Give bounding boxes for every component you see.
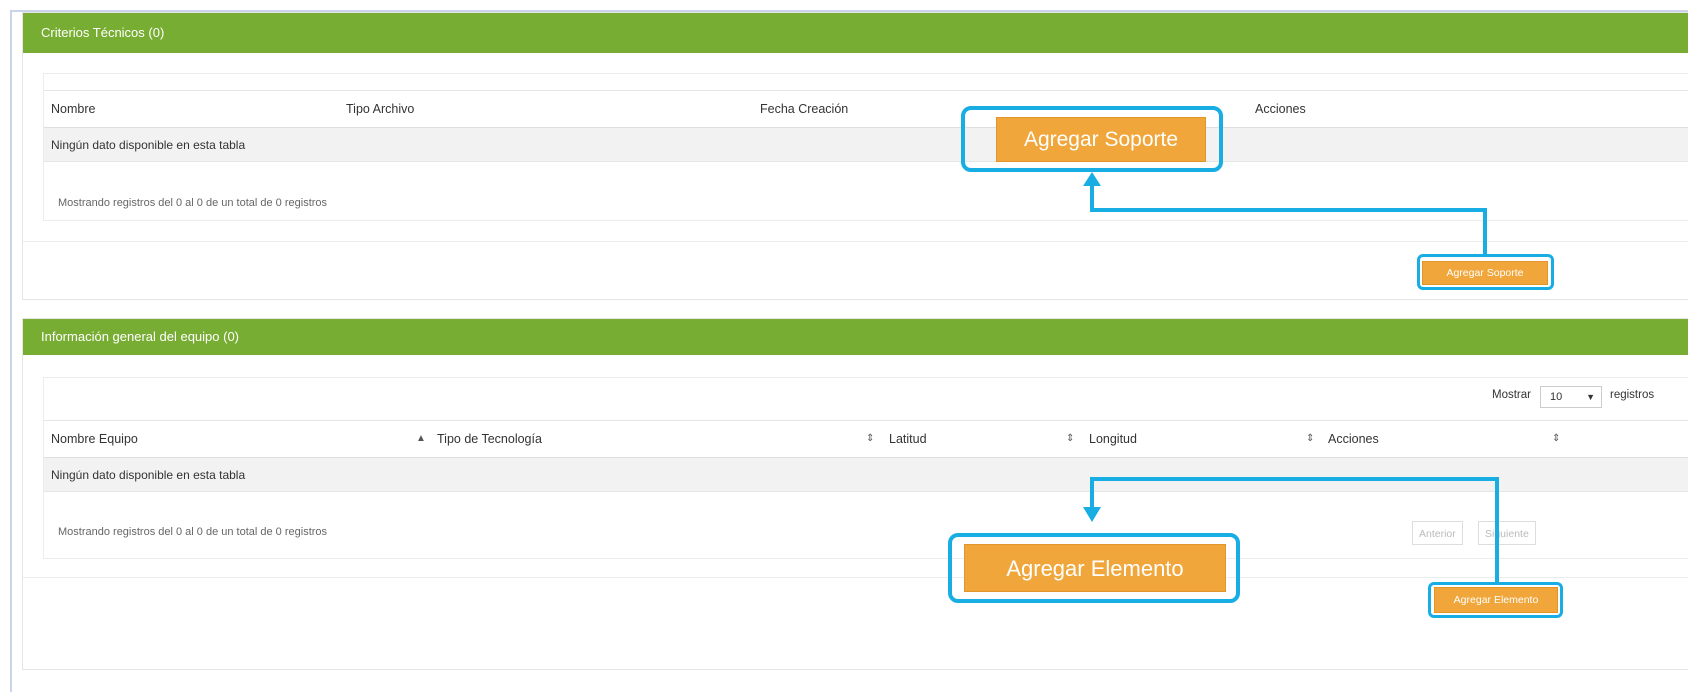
agregar-soporte-small-highlight — [1417, 254, 1554, 290]
mostrar-label: Mostrar — [1492, 389, 1531, 401]
agregar-elemento-small-highlight — [1428, 582, 1563, 618]
criterios-table-header: Nombre Tipo Archivo Fecha Creación Accio… — [44, 90, 1688, 129]
equipo-info-text: Mostrando registros del 0 al 0 de un tot… — [58, 526, 328, 538]
equipo-header: Información general del equipo (0) — [23, 319, 1688, 355]
equipo-empty-row: Ningún dato disponible en esta tabla — [44, 458, 1688, 492]
col-fecha-creacion[interactable]: Fecha Creación — [760, 91, 848, 127]
col-nombre[interactable]: Nombre — [51, 91, 95, 127]
agregar-elemento-callout: Agregar Elemento — [948, 533, 1240, 603]
records-per-page-value: 10 — [1550, 391, 1563, 403]
criterios-table-wrapper: Nombre Tipo Archivo Fecha Creación Accio… — [43, 73, 1688, 221]
pagination: Anterior Siguiente — [1412, 521, 1572, 547]
col-tipo-tecnologia[interactable]: Tipo de Tecnología — [437, 421, 542, 457]
criterios-divider — [23, 241, 1688, 242]
sort-both-icon[interactable]: ⇕ — [1066, 421, 1074, 457]
sort-both-icon[interactable]: ⇕ — [1306, 421, 1314, 457]
records-per-page-select[interactable]: 10 ▼ — [1540, 386, 1602, 408]
equipo-divider — [23, 577, 1688, 578]
criterios-info-text: Mostrando registros del 0 al 0 de un tot… — [58, 197, 328, 209]
agregar-elemento-zoom-button: Agregar Elemento — [964, 544, 1226, 592]
sort-asc-icon[interactable]: ▲ — [416, 421, 426, 457]
col-longitud[interactable]: Longitud — [1089, 421, 1137, 457]
agregar-soporte-zoom-button: Agregar Soporte — [996, 117, 1206, 162]
col-nombre-equipo[interactable]: Nombre Equipo — [51, 421, 138, 457]
criterios-empty-row: Ningún dato disponible en esta tabla — [44, 128, 1688, 162]
col-tipo-archivo[interactable]: Tipo Archivo — [346, 91, 414, 127]
sort-both-icon[interactable]: ⇕ — [1552, 421, 1560, 457]
length-selector: Mostrar 10 ▼ registros — [1452, 386, 1688, 410]
agregar-soporte-callout: Agregar Soporte — [961, 106, 1223, 172]
col-acciones[interactable]: Acciones — [1328, 421, 1379, 457]
equipo-table-header: Nombre Equipo ▲ Tipo de Tecnología ⇕ Lat… — [44, 420, 1688, 459]
criterios-header: Criterios Técnicos (0) — [23, 13, 1688, 53]
equipo-table-wrapper: Mostrar 10 ▼ registros Nombre Equipo ▲ T… — [43, 377, 1688, 559]
siguiente-button[interactable]: Siguiente — [1478, 521, 1536, 545]
chevron-down-icon: ▼ — [1586, 392, 1595, 402]
equipo-title: Información general del equipo (0) — [41, 329, 240, 344]
col-latitud[interactable]: Latitud — [889, 421, 927, 457]
sort-both-icon[interactable]: ⇕ — [866, 421, 874, 457]
criterios-title: Criterios Técnicos (0) — [41, 25, 165, 40]
col-acciones[interactable]: Acciones — [1255, 91, 1306, 127]
registros-label: registros — [1610, 389, 1655, 401]
anterior-button[interactable]: Anterior — [1412, 521, 1463, 545]
